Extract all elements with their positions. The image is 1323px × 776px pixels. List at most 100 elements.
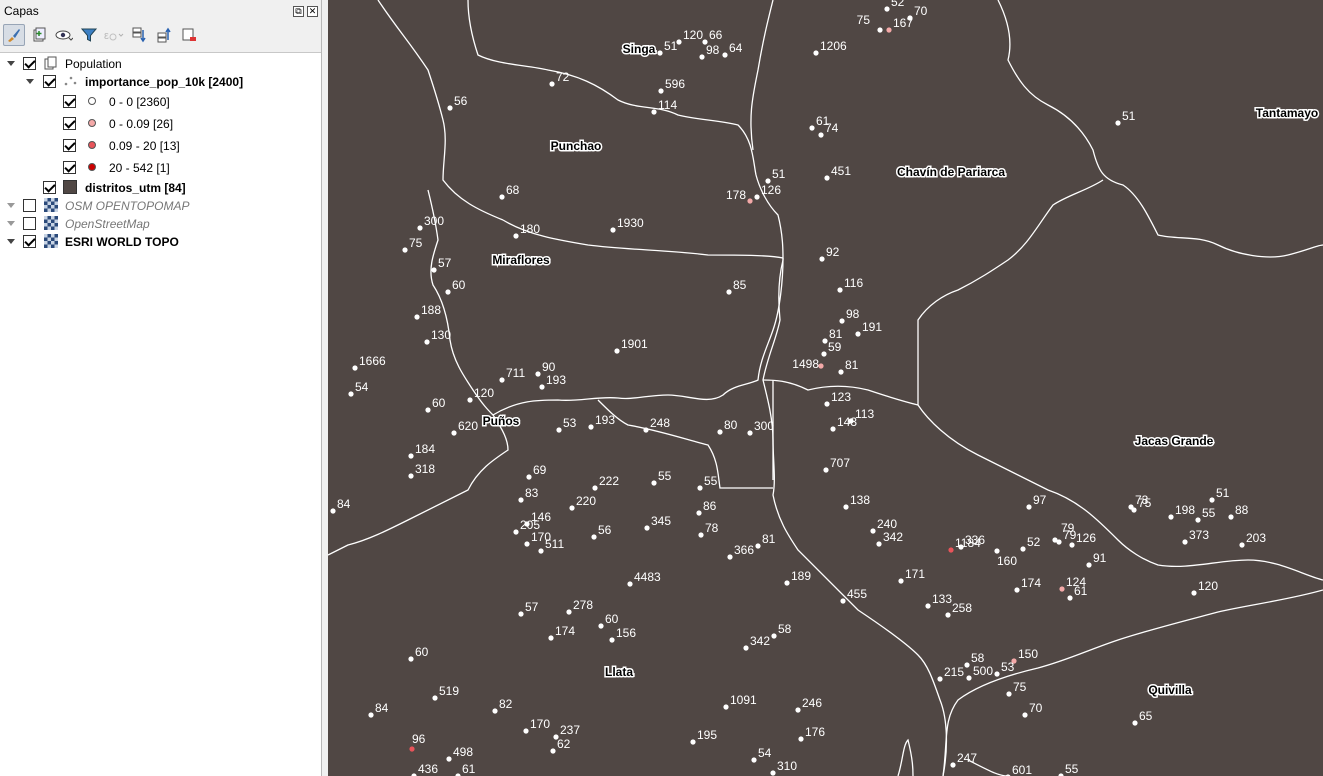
population-point-label: 198 xyxy=(1175,503,1195,517)
population-point xyxy=(609,637,615,643)
population-point xyxy=(499,377,505,383)
population-point xyxy=(513,233,519,239)
population-point xyxy=(755,543,761,549)
map-canvas[interactable]: 52 70 75 167 120 66 51 98 64 1206 72 596 114 56 61 74 51… xyxy=(328,0,1323,776)
legend-item[interactable]: 0 - 0.09 [26] xyxy=(0,115,321,133)
collapse-arrow-icon[interactable] xyxy=(7,239,15,244)
population-point xyxy=(588,424,594,430)
population-point xyxy=(591,534,597,540)
population-point xyxy=(948,547,954,553)
collapse-arrow-icon[interactable] xyxy=(7,61,15,66)
population-point xyxy=(524,541,530,547)
population-point xyxy=(830,426,836,432)
layer-checkbox[interactable] xyxy=(43,75,56,88)
population-point xyxy=(492,708,498,714)
layer-checkbox[interactable] xyxy=(23,199,36,212)
population-point xyxy=(798,736,804,742)
legend-checkbox[interactable] xyxy=(63,139,76,152)
population-point-label: 451 xyxy=(831,164,851,178)
population-point xyxy=(727,554,733,560)
legend-checkbox[interactable] xyxy=(63,161,76,174)
population-point-label: 69 xyxy=(533,463,547,477)
layer-row-esri-world-topo[interactable]: ESRI WORLD TOPO xyxy=(0,233,321,251)
population-point xyxy=(432,695,438,701)
layer-row-osm-opentopomap[interactable]: OSM OPENTOPOMAP xyxy=(0,197,321,215)
population-point xyxy=(771,633,777,639)
population-point-label: 55 xyxy=(658,469,672,483)
red-dot-icon xyxy=(88,141,96,149)
population-point xyxy=(538,548,544,554)
district-label: Quivilla xyxy=(1148,683,1192,697)
population-point-label: 248 xyxy=(650,416,670,430)
population-point xyxy=(699,54,705,60)
population-point-label: 455 xyxy=(847,587,867,601)
population-point-label: 189 xyxy=(791,569,811,583)
population-point xyxy=(447,105,453,111)
population-point xyxy=(1006,691,1012,697)
population-point xyxy=(840,598,846,604)
population-point xyxy=(751,757,757,763)
layer-row-importance-pop[interactable]: importance_pop_10k [2400] xyxy=(0,73,321,91)
population-point xyxy=(838,369,844,375)
population-point-label: 193 xyxy=(595,413,615,427)
filter-expression-icon: ε xyxy=(104,30,124,42)
add-group-button[interactable] xyxy=(28,24,50,46)
population-point xyxy=(1086,562,1092,568)
layer-row-openstreetmap[interactable]: OpenStreetMap xyxy=(0,215,321,233)
population-point xyxy=(535,371,541,377)
legend-item[interactable]: 0 - 0 [2360] xyxy=(0,93,321,111)
raster-tile-icon xyxy=(44,234,58,248)
raster-tile-icon xyxy=(44,198,58,212)
population-point-label: 84 xyxy=(375,701,389,715)
population-point xyxy=(651,109,657,115)
population-point-label: 511 xyxy=(545,537,564,551)
style-manager-button[interactable] xyxy=(3,24,25,46)
collapse-arrow-icon[interactable] xyxy=(7,221,15,226)
population-point-label: 373 xyxy=(1189,528,1209,542)
visibility-button[interactable] xyxy=(53,24,75,46)
population-point xyxy=(696,510,702,516)
population-point-label: 73 xyxy=(1135,493,1149,507)
legend-item[interactable]: 20 - 542 [1] xyxy=(0,159,321,177)
legend-item[interactable]: 0.09 - 20 [13] xyxy=(0,137,321,155)
layer-checkbox[interactable] xyxy=(23,235,36,248)
population-point-label: 150 xyxy=(1018,647,1038,661)
population-point xyxy=(627,581,633,587)
population-point-label: 51 xyxy=(1122,109,1136,123)
population-point xyxy=(445,289,451,295)
collapse-arrow-icon[interactable] xyxy=(7,203,15,208)
layer-row-population[interactable]: Population xyxy=(0,55,321,73)
population-point xyxy=(549,81,555,87)
float-panel-button[interactable]: ⧉ xyxy=(293,5,304,17)
population-point xyxy=(408,473,414,479)
layer-checkbox[interactable] xyxy=(23,217,36,230)
collapse-all-icon xyxy=(157,27,171,43)
population-point-label: 4483 xyxy=(634,570,661,584)
population-point xyxy=(446,756,452,762)
filter-expression-button[interactable]: ε xyxy=(103,24,125,46)
population-point xyxy=(610,227,616,233)
collapse-all-button[interactable] xyxy=(153,24,175,46)
district-label: Puños xyxy=(483,414,520,428)
population-point xyxy=(877,27,883,33)
population-point xyxy=(1209,497,1215,503)
population-point xyxy=(592,485,598,491)
dark-red-dot-icon xyxy=(88,163,96,171)
expand-all-button[interactable] xyxy=(128,24,150,46)
raster-tile-icon xyxy=(44,216,58,230)
population-point-label: 64 xyxy=(729,41,743,55)
close-panel-button[interactable]: ✕ xyxy=(307,5,318,17)
legend-checkbox[interactable] xyxy=(63,117,76,130)
population-point-label: 114 xyxy=(658,98,677,112)
legend-checkbox[interactable] xyxy=(63,95,76,108)
layer-checkbox[interactable] xyxy=(23,57,36,70)
population-point-label: 160 xyxy=(997,554,1017,568)
population-point-label: 596 xyxy=(665,77,685,91)
collapse-arrow-icon[interactable] xyxy=(26,79,34,84)
population-point xyxy=(566,609,572,615)
layer-checkbox[interactable] xyxy=(43,181,56,194)
filter-button[interactable] xyxy=(78,24,100,46)
population-point xyxy=(352,365,358,371)
layer-row-distritos[interactable]: distritos_utm [84] xyxy=(0,179,321,197)
remove-layer-button[interactable] xyxy=(178,24,200,46)
